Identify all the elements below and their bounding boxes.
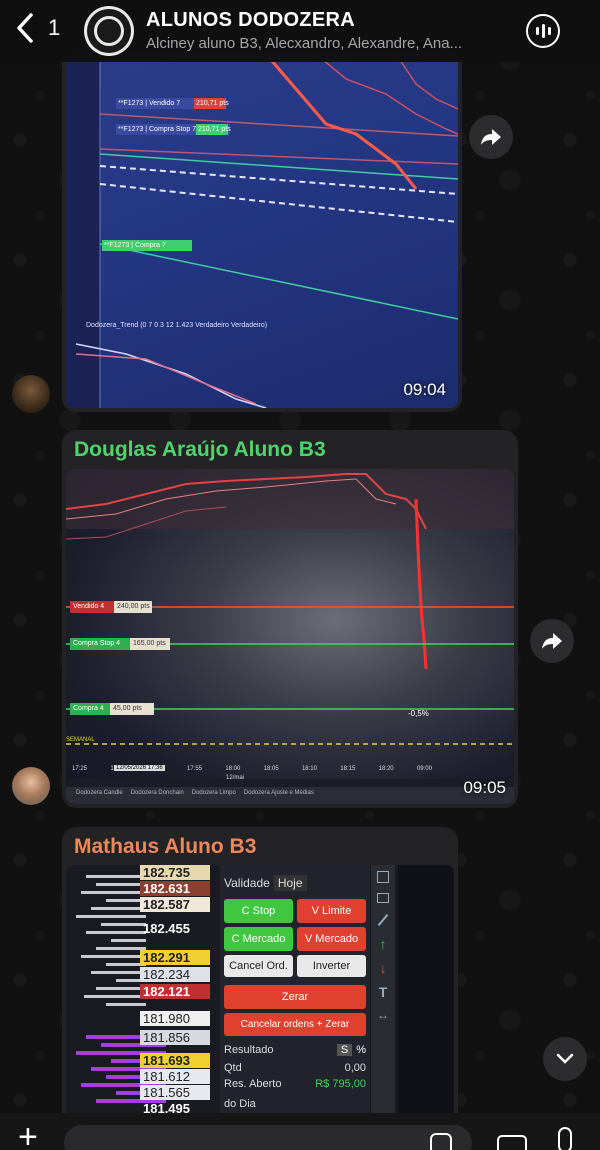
res-dia-label: do Dia <box>224 1098 256 1110</box>
composer-bar: + <box>0 1113 600 1150</box>
chevron-down-icon <box>556 1053 574 1064</box>
message-time: 09:04 <box>403 380 446 399</box>
sticker-icon[interactable] <box>430 1133 452 1150</box>
back-button[interactable]: 1 <box>14 12 60 44</box>
chat-header: 1 ALUNOS DODOZERA Alciney aluno B3, Alec… <box>0 0 600 62</box>
compra-label: Compra 4 <box>73 705 104 712</box>
toggle-s[interactable]: S <box>336 1044 353 1056</box>
pointer-icon[interactable] <box>377 871 389 883</box>
chart-label-2: 210,71 pts <box>196 100 229 107</box>
price-tag: 182.121 <box>140 984 210 999</box>
chart-tabs: Dodozera Candle Dodozera Donchain Dodoze… <box>76 790 436 796</box>
res-aberto-label: Res. Aberto <box>224 1078 282 1090</box>
price-tag: 181.980 <box>140 1011 210 1026</box>
price-tag: 182.234 <box>140 967 210 982</box>
compra-stop-label: Compra Stop 4 <box>73 640 121 647</box>
percent-label: -0,5% <box>408 709 429 718</box>
message-image-2[interactable]: Douglas Araújo Aluno B3 Vendido 4 240,00… <box>62 430 518 808</box>
trading-chart-1 <box>66 54 458 408</box>
message-time: 09:05 <box>463 778 506 797</box>
down-arrow-icon[interactable]: ↓ <box>380 961 387 975</box>
toggle-pct[interactable]: % <box>356 1044 366 1056</box>
tab-candle[interactable]: Dodozera Candle <box>76 790 123 796</box>
price-ladder: 182.735 182.631 182.587 182.455 182.291 … <box>140 865 210 1116</box>
audio-wave-icon <box>535 27 539 35</box>
vendido-pts: 240,00 pts <box>117 603 150 610</box>
chart-label-4: 210,71 pts <box>198 126 231 133</box>
group-call-button[interactable] <box>526 14 560 48</box>
crosshair-date: 12/05/2026 17:36 <box>114 765 165 771</box>
scroll-down-button[interactable] <box>543 1037 587 1081</box>
chart-photo-1[interactable]: **F1273 | Vendido 7 210,71 pts **F1273 |… <box>66 54 458 408</box>
sender-name[interactable]: Mathaus Aluno B3 <box>74 835 256 859</box>
group-avatar[interactable] <box>84 6 134 56</box>
tab-donchain[interactable]: Dodozera Donchain <box>131 790 184 796</box>
chevron-left-icon <box>17 13 33 43</box>
forward-icon <box>542 633 562 649</box>
forward-icon <box>481 129 501 145</box>
trading-chart-2 <box>66 469 514 804</box>
sender-name[interactable]: Douglas Araújo Aluno B3 <box>74 438 326 462</box>
forward-button-1[interactable] <box>469 115 513 159</box>
price-tag: 182.631 <box>140 881 210 896</box>
price-tag: 182.455 <box>143 921 190 936</box>
qtd-label: Qtd <box>224 1062 242 1074</box>
group-logo-icon <box>94 16 124 46</box>
tab-limpo[interactable]: Dodozera Limpo <box>192 790 236 796</box>
sender-avatar-1[interactable] <box>12 375 50 413</box>
chart-photo-2[interactable]: Vendido 4 240,00 pts Compra Stop 4 165,0… <box>66 469 514 804</box>
camera-icon[interactable] <box>497 1135 527 1150</box>
zerar-button[interactable]: Zerar <box>224 985 366 1009</box>
resultado-label: Resultado <box>224 1044 274 1056</box>
message-image-3[interactable]: Mathaus Aluno B3 182.735 182.631 182.587… <box>62 827 458 1127</box>
message-image-1[interactable]: **F1273 | Vendido 7 210,71 pts **F1273 |… <box>62 50 462 412</box>
price-tag: 182.291 <box>140 950 210 965</box>
c-stop-button[interactable]: C Stop <box>224 899 293 923</box>
measure-icon[interactable]: ↔ <box>377 1009 389 1021</box>
dom-photo[interactable]: 182.735 182.631 182.587 182.455 182.291 … <box>66 865 454 1127</box>
qtd-value: 0,00 <box>344 1062 366 1074</box>
order-panel: Validade Hoje C Stop V Limite C Mercado … <box>220 865 370 1127</box>
tab-ajuste[interactable]: Dodozera Ajuste e Médias <box>244 790 314 796</box>
chart-label-6: Dodozera_Trend (0 7 0 3 12 1.423 Verdade… <box>86 322 268 329</box>
price-tag: 181.612 <box>140 1069 210 1084</box>
chart-label-5: **F1273 | Compra 7 <box>104 242 166 249</box>
group-members[interactable]: Alciney aluno B3, Alecxandro, Alexandre,… <box>146 35 516 52</box>
validade-select[interactable]: Hoje <box>273 875 307 891</box>
v-limite-button[interactable]: V Limite <box>297 899 366 923</box>
cancelar-zerar-button[interactable]: Cancelar ordens + Zerar <box>224 1013 366 1036</box>
message-input[interactable] <box>64 1125 472 1150</box>
cancel-ord-button[interactable]: Cancel Ord. <box>224 955 293 977</box>
vendido-label: Vendido 4 <box>73 603 105 610</box>
unread-count: 1 <box>48 15 61 40</box>
date-label: 12/mai <box>226 775 245 781</box>
inverter-button[interactable]: Inverter <box>297 955 366 977</box>
v-mercado-button[interactable]: V Mercado <box>297 927 366 951</box>
rect-icon[interactable] <box>377 893 389 903</box>
semanal-label: SEMANAL <box>66 737 95 743</box>
c-mercado-button[interactable]: C Mercado <box>224 927 293 951</box>
compra-stop-pts: 165,00 pts <box>133 640 166 647</box>
chart-label-1: **F1273 | Vendido 7 <box>118 100 181 107</box>
chart-label-3: **F1273 | Compra Stop 7 <box>118 126 197 133</box>
res-aberto-value: R$ 795,00 <box>315 1078 366 1090</box>
price-tag: 181.693 <box>140 1053 210 1068</box>
microphone-icon[interactable] <box>558 1127 572 1150</box>
price-tag: 182.735 <box>140 865 210 880</box>
compra-pts: 45,00 pts <box>113 705 142 712</box>
validade-label: Validade <box>224 876 270 890</box>
sender-avatar-2[interactable] <box>12 767 50 805</box>
price-tag: 181.856 <box>140 1030 210 1045</box>
price-tag: 182.587 <box>140 897 210 912</box>
text-tool-icon[interactable]: T <box>379 985 388 999</box>
forward-button-2[interactable] <box>530 619 574 663</box>
price-tag: 181.565 <box>140 1085 210 1100</box>
line-icon[interactable] <box>377 913 389 927</box>
up-arrow-icon[interactable]: ↑ <box>380 937 387 951</box>
group-title[interactable]: ALUNOS DODOZERA <box>146 9 355 32</box>
attach-plus-icon[interactable]: + <box>18 1120 38 1150</box>
chart-toolbar: ↑ ↓ T ↔ <box>373 871 393 1021</box>
